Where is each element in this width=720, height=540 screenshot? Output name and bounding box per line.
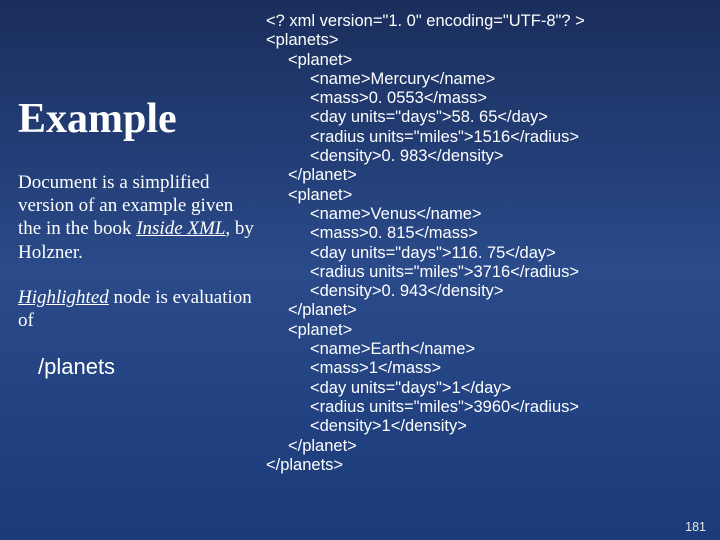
xml-line: <? xml version="1. 0" encoding="UTF-8"? … (266, 12, 712, 31)
xml-line: </planet> (266, 437, 712, 456)
highlight-paragraph: Highlighted node is evaluation of (18, 286, 256, 332)
xml-line: <planet> (266, 186, 712, 205)
xml-listing: <? xml version="1. 0" encoding="UTF-8"? … (266, 10, 712, 532)
xml-line: <radius units="miles">3960</radius> (266, 398, 712, 417)
xml-line: <radius units="miles">3716</radius> (266, 263, 712, 282)
xml-line: <name>Venus</name> (266, 205, 712, 224)
page-number: 181 (685, 520, 706, 534)
xml-line: <planets> (266, 31, 712, 50)
xml-line: <density>1</density> (266, 417, 712, 436)
xml-line: </planets> (266, 456, 712, 475)
xml-line: <day units="days">1</day> (266, 379, 712, 398)
xml-line: <planet> (266, 321, 712, 340)
xml-line: <planet> (266, 51, 712, 70)
left-column: Example Document is a simplified version… (18, 10, 266, 532)
xml-line: <day units="days">116. 75</day> (266, 244, 712, 263)
xml-line: <day units="days">58. 65</day> (266, 108, 712, 127)
highlighted-word: Highlighted (18, 287, 109, 308)
xml-line: <mass>0. 815</mass> (266, 224, 712, 243)
xml-line: <density>0. 943</density> (266, 282, 712, 301)
xml-line: <mass>1</mass> (266, 359, 712, 378)
xml-line: </planet> (266, 301, 712, 320)
xml-line: <mass>0. 0553</mass> (266, 89, 712, 108)
slide-heading: Example (18, 95, 256, 143)
xml-line: <radius units="miles">1516</radius> (266, 128, 712, 147)
xpath-expression: /planets (38, 354, 256, 380)
xml-line: <name>Earth</name> (266, 340, 712, 359)
book-title: Inside XML (136, 218, 225, 239)
xml-line: <density>0. 983</density> (266, 147, 712, 166)
xml-line: </planet> (266, 166, 712, 185)
description-paragraph: Document is a simplified version of an e… (18, 171, 256, 264)
xml-line: <name>Mercury</name> (266, 70, 712, 89)
